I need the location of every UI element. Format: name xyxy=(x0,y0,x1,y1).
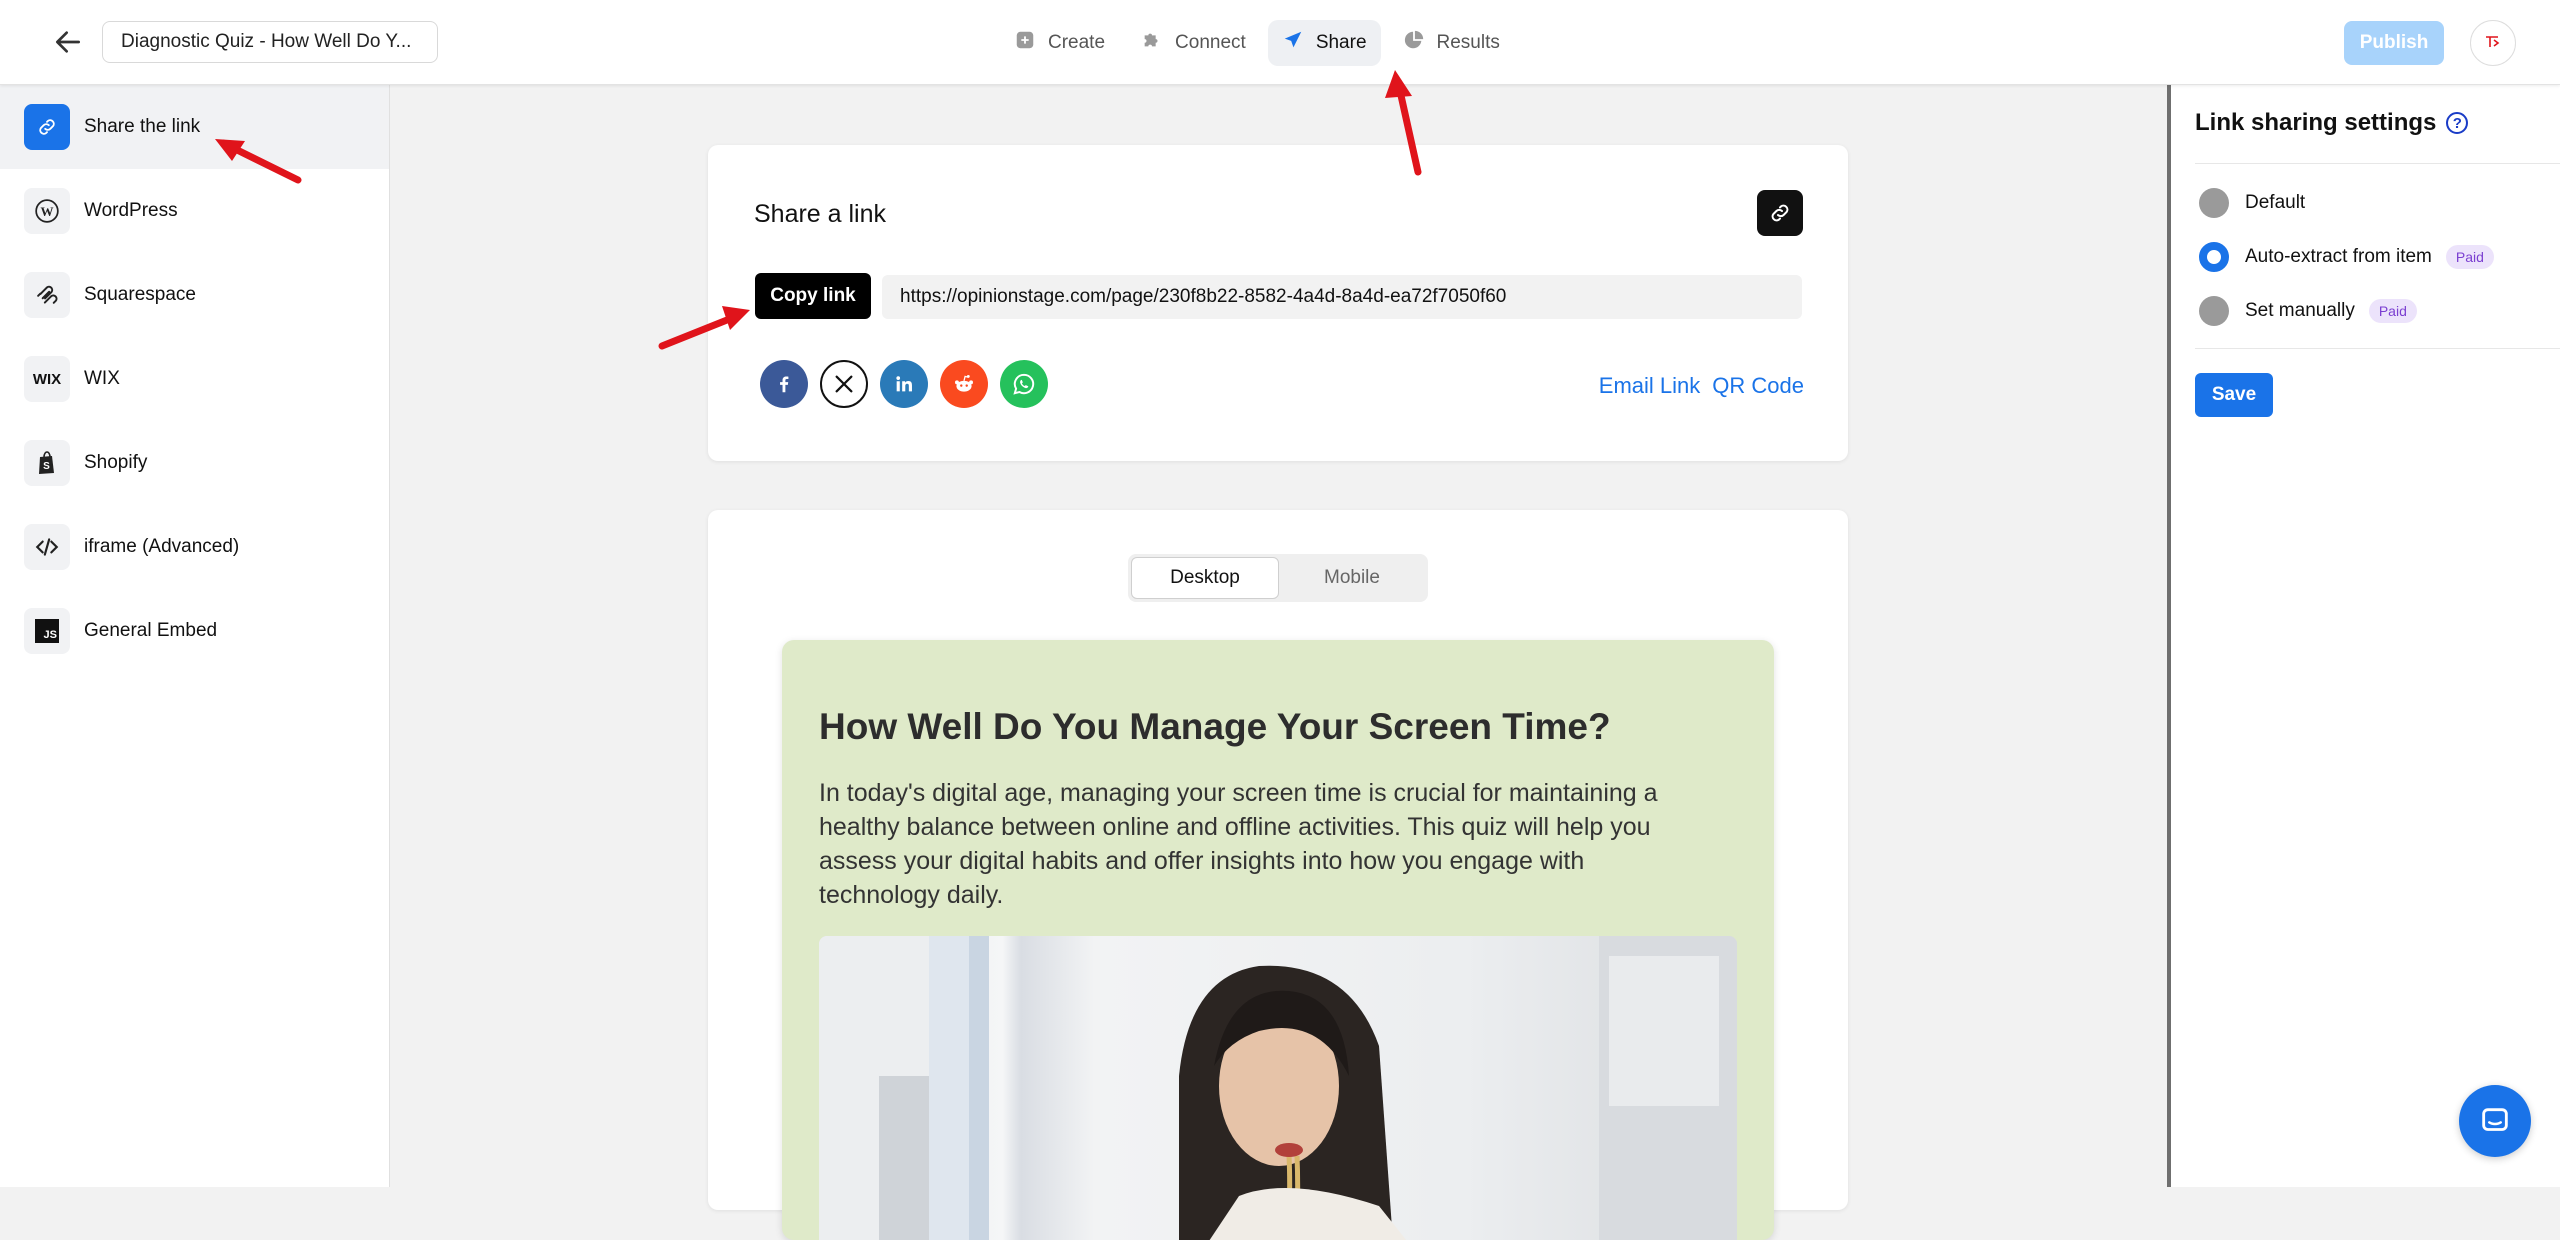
tab-results-label: Results xyxy=(1436,32,1500,53)
facebook-icon[interactable] xyxy=(760,360,808,408)
copy-link-button[interactable]: Copy link xyxy=(755,273,871,319)
quiz-title-field[interactable]: Diagnostic Quiz - How Well Do Y... xyxy=(102,21,438,63)
reddit-icon[interactable] xyxy=(940,360,988,408)
sidebar-item-label: Share the link xyxy=(84,116,201,137)
pie-chart-icon xyxy=(1403,29,1425,57)
top-bar: Diagnostic Quiz - How Well Do Y... Creat… xyxy=(0,0,2560,85)
link-settings-panel: Link sharing settings ? Default Auto-ext… xyxy=(2167,85,2560,1187)
sidebar-item-label: iframe (Advanced) xyxy=(84,536,240,557)
link-settings-title: Link sharing settings xyxy=(2195,109,2437,136)
tab-share[interactable]: Share xyxy=(1267,20,1381,66)
avatar[interactable] xyxy=(2470,20,2516,66)
sidebar-item-general-embed[interactable]: JS General Embed xyxy=(0,589,389,673)
main-nav: Create Connect Share Results xyxy=(1000,20,1514,66)
plus-square-icon xyxy=(1014,29,1036,57)
sidebar-item-label: Shopify xyxy=(84,452,148,473)
puzzle-icon xyxy=(1141,29,1163,57)
divider xyxy=(2195,163,2560,164)
link-icon xyxy=(24,104,70,150)
option-set-manually[interactable]: Set manually Paid xyxy=(2199,295,2417,327)
js-icon: JS xyxy=(24,608,70,654)
share-extra-links: Email Link QR Code xyxy=(1599,373,1804,399)
option-label: Set manually xyxy=(2245,300,2355,321)
radio-button-checked[interactable] xyxy=(2199,242,2229,272)
quiz-preview-description: In today's digital age, managing your sc… xyxy=(819,779,1658,909)
code-icon xyxy=(24,524,70,570)
x-icon[interactable] xyxy=(820,360,868,408)
tab-share-label: Share xyxy=(1315,32,1367,53)
back-arrow-icon[interactable] xyxy=(52,26,84,58)
sidebar-item-iframe[interactable]: iframe (Advanced) xyxy=(0,505,389,589)
svg-text:S: S xyxy=(43,461,50,472)
sidebar-item-shopify[interactable]: S Shopify xyxy=(0,421,389,505)
svg-text:W: W xyxy=(41,204,54,219)
link-settings-title-row: Link sharing settings ? xyxy=(2195,109,2469,137)
radio-button[interactable] xyxy=(2199,188,2229,218)
divider xyxy=(2195,348,2560,349)
sidebar-item-wix[interactable]: WIX WIX xyxy=(0,337,389,421)
share-link-card: Share a link Copy link Email Link QR Cod… xyxy=(708,145,1848,461)
sidebar-item-squarespace[interactable]: Squarespace xyxy=(0,253,389,337)
option-label: Auto-extract from item xyxy=(2245,246,2432,267)
paid-badge: Paid xyxy=(2368,299,2417,323)
sidebar-item-label: WIX xyxy=(84,368,120,389)
shopify-icon: S xyxy=(24,440,70,486)
share-card-title: Share a link xyxy=(754,200,887,228)
tab-mobile[interactable]: Mobile xyxy=(1279,557,1425,599)
tab-create-label: Create xyxy=(1048,32,1106,53)
paper-plane-icon xyxy=(1282,29,1304,57)
sidebar-item-label: Squarespace xyxy=(84,284,196,305)
tab-connect-label: Connect xyxy=(1175,32,1246,53)
sidebar-item-label: General Embed xyxy=(84,620,218,641)
option-label: Default xyxy=(2245,192,2306,213)
sidebar-item-share-link[interactable]: Share the link xyxy=(0,85,389,169)
help-icon[interactable]: ? xyxy=(2446,112,2469,134)
squarespace-icon xyxy=(24,272,70,318)
preview-card: Desktop Mobile How Well Do You Manage Yo… xyxy=(708,510,1848,1240)
tab-connect[interactable]: Connect xyxy=(1127,20,1260,66)
sidebar: Share the link W WordPress Squarespace W… xyxy=(0,85,390,1187)
chat-bubble-icon[interactable] xyxy=(2459,1085,2531,1157)
whatsapp-icon[interactable] xyxy=(1000,360,1048,408)
quiz-preview-title: How Well Do You Manage Your Screen Time? xyxy=(819,706,1611,747)
option-default[interactable]: Default xyxy=(2199,187,2305,219)
share-url-field[interactable] xyxy=(882,275,1802,319)
save-button[interactable]: Save xyxy=(2195,373,2273,417)
social-share-row xyxy=(760,360,1048,408)
email-link[interactable]: Email Link xyxy=(1599,373,1700,399)
qr-code-link[interactable]: QR Code xyxy=(1712,373,1804,399)
wix-icon: WIX xyxy=(24,356,70,402)
tab-create[interactable]: Create xyxy=(1000,20,1119,66)
publish-button[interactable]: Publish xyxy=(2344,21,2444,65)
wordpress-icon: W xyxy=(24,188,70,234)
quiz-cover-image xyxy=(819,936,1737,1240)
device-toggle: Desktop Mobile xyxy=(1128,554,1428,602)
tab-results[interactable]: Results xyxy=(1389,20,1514,66)
option-auto-extract[interactable]: Auto-extract from item Paid xyxy=(2199,241,2494,273)
linkedin-icon[interactable] xyxy=(880,360,928,408)
js-icon-badge: JS xyxy=(35,619,59,643)
paid-badge: Paid xyxy=(2445,245,2494,269)
sidebar-item-label: WordPress xyxy=(84,200,178,221)
chain-link-icon[interactable] xyxy=(1757,190,1803,236)
tab-desktop[interactable]: Desktop xyxy=(1131,557,1279,599)
quiz-preview: How Well Do You Manage Your Screen Time?… xyxy=(782,640,1774,1240)
sidebar-item-wordpress[interactable]: W WordPress xyxy=(0,169,389,253)
radio-button[interactable] xyxy=(2199,296,2229,326)
